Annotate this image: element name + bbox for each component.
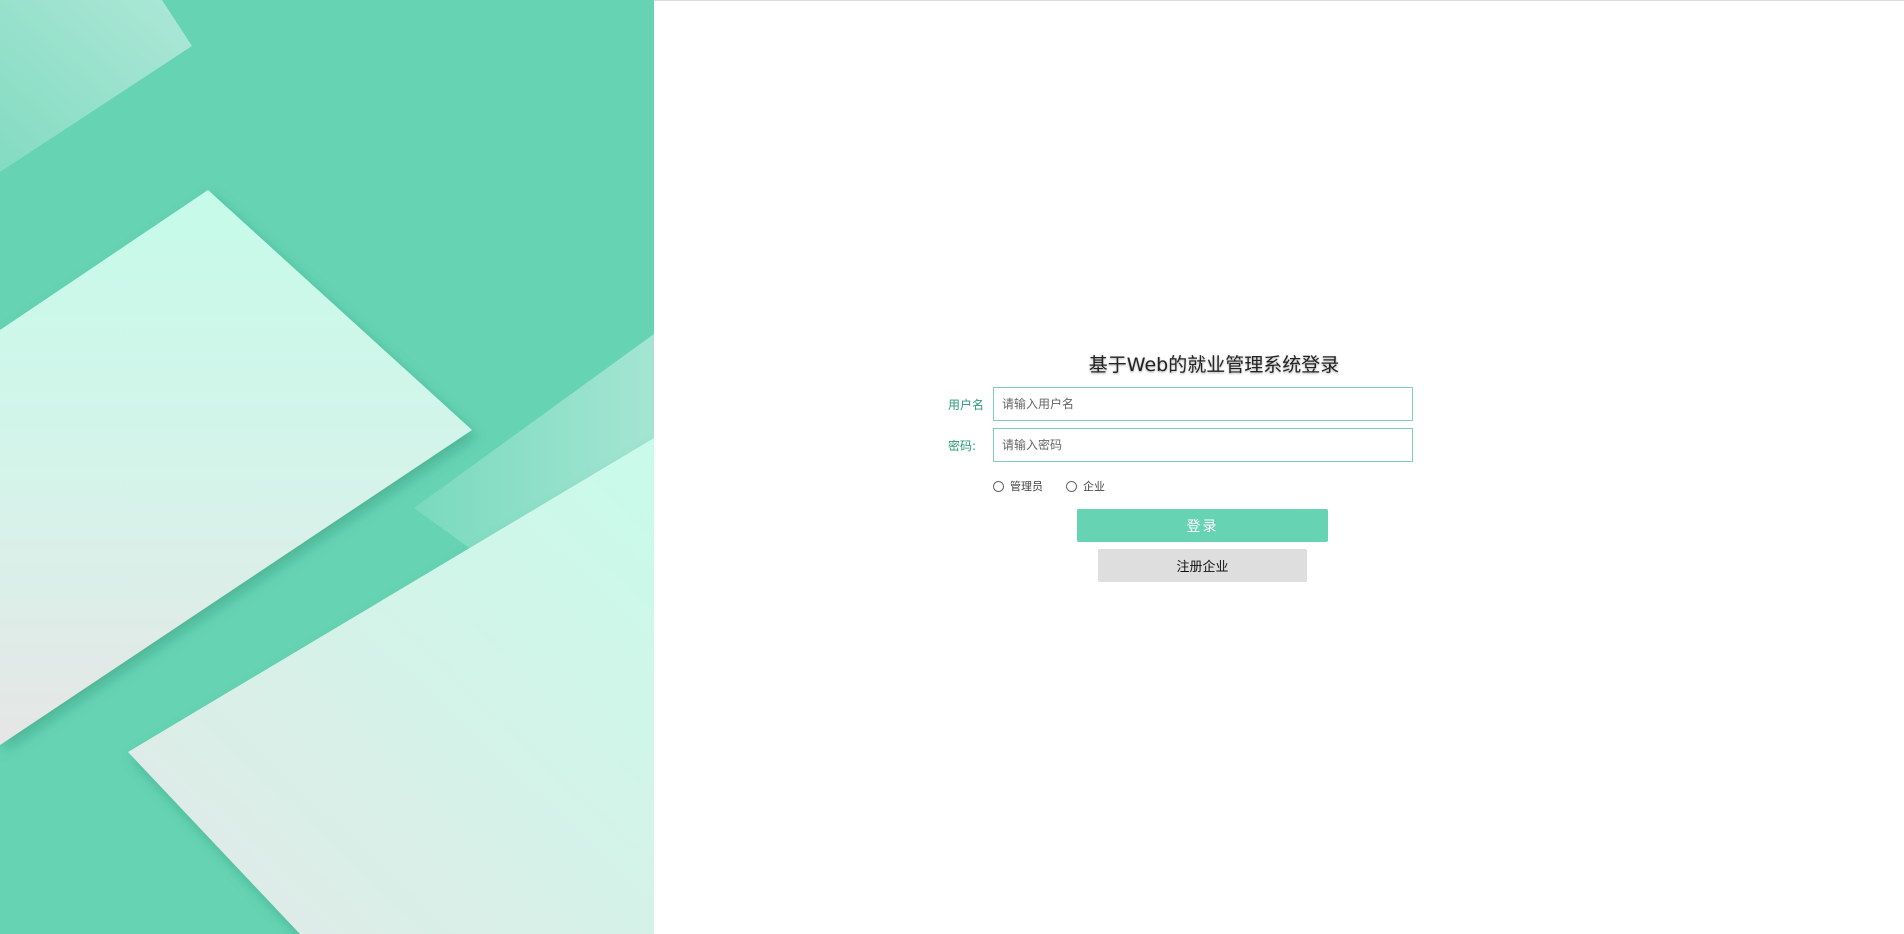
password-input[interactable] bbox=[993, 428, 1413, 462]
role-radio-group: 管理员 企业 bbox=[993, 478, 1293, 494]
password-label: 密码: bbox=[948, 439, 977, 453]
top-divider bbox=[654, 0, 1904, 1]
role-company-label: 企业 bbox=[1083, 480, 1105, 493]
username-label: 用户名 bbox=[948, 398, 985, 412]
password-row: 密码: bbox=[940, 428, 1420, 462]
login-page: 基于Web的就业管理系统登录 用户名 密码: 管理员 企业 登录 注册企业 bbox=[0, 0, 1904, 934]
username-row: 用户名 bbox=[940, 387, 1420, 421]
geometric-pattern-image bbox=[0, 0, 654, 934]
username-input[interactable] bbox=[993, 387, 1413, 421]
radio-company[interactable] bbox=[1066, 480, 1077, 492]
role-admin-label: 管理员 bbox=[1010, 480, 1043, 493]
register-company-button[interactable]: 注册企业 bbox=[1098, 549, 1307, 582]
radio-admin[interactable] bbox=[993, 480, 1004, 492]
role-option-admin[interactable]: 管理员 bbox=[993, 478, 1043, 494]
decorative-background-panel bbox=[0, 0, 654, 934]
login-button[interactable]: 登录 bbox=[1077, 509, 1328, 542]
page-title: 基于Web的就业管理系统登录 bbox=[1088, 354, 1340, 376]
role-option-company[interactable]: 企业 bbox=[1066, 478, 1105, 494]
